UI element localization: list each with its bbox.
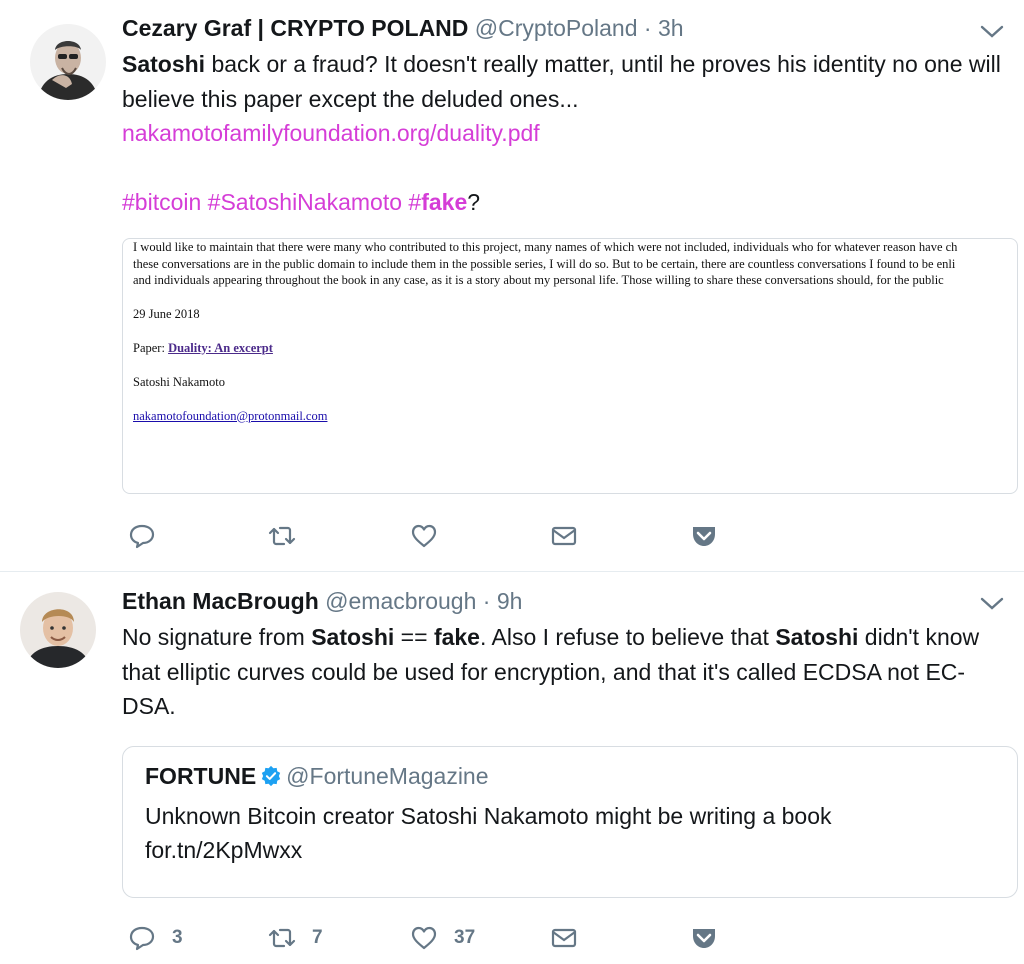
separator-dot: · (482, 588, 491, 614)
author-name[interactable]: Cezary Graf | CRYPTO POLAND (122, 15, 468, 41)
pocket-button[interactable] (690, 516, 718, 556)
hashtag-satoshinakamoto[interactable]: #SatoshiNakamoto (208, 189, 402, 215)
dm-button[interactable] (550, 918, 578, 958)
avatar[interactable] (30, 24, 106, 100)
quoted-author-handle: @FortuneMagazine (286, 763, 489, 789)
pdf-author: Satoshi Nakamoto (133, 374, 226, 389)
pdf-date: 29 June 2018 (133, 306, 200, 321)
chevron-down-icon[interactable] (978, 594, 1006, 614)
bold-word: fake (433, 624, 480, 650)
retweet-button[interactable]: 7 (268, 918, 323, 958)
dm-icon (551, 526, 577, 546)
reply-button[interactable]: 3 (128, 918, 183, 958)
text-segment: ? (467, 189, 481, 215)
tweet-text: No signature from Satoshi == fake. Also … (122, 620, 1002, 724)
pdf-line: these conversations are in the public do… (133, 256, 956, 271)
pdf-link[interactable]: nakamotofamilyfoundation.org/duality.pdf (122, 120, 540, 146)
reply-icon (129, 524, 155, 549)
hashtag-word: fake (421, 189, 468, 215)
paper-label: Paper: (133, 340, 169, 355)
quoted-tweet-text: Unknown Bitcoin creator Satoshi Nakamoto… (145, 799, 995, 867)
author-handle[interactable]: @emacbrough (325, 588, 476, 614)
pdf-line: and individuals appearing throughout the… (133, 273, 944, 287)
tweet[interactable]: Ethan MacBrough @emacbrough · 9h No sign… (0, 572, 1024, 964)
bold-word: Satoshi (122, 51, 206, 77)
pocket-button[interactable] (690, 918, 718, 958)
retweet-icon (268, 526, 296, 546)
retweet-button[interactable] (268, 516, 296, 556)
text-segment: No signature from (122, 624, 312, 650)
timestamp[interactable]: 9h (497, 588, 523, 614)
quoted-tweet[interactable]: FORTUNE @FortuneMagazine Unknown Bitcoin … (122, 746, 1018, 898)
chevron-down-icon[interactable] (978, 22, 1006, 42)
author-handle[interactable]: @CryptoPoland (475, 15, 638, 41)
bold-word: Satoshi (775, 624, 859, 650)
hashtag-bitcoin[interactable]: #bitcoin (122, 189, 201, 215)
avatar[interactable] (20, 592, 96, 668)
email-link[interactable]: nakamotofoundation@protonmail.com (133, 409, 327, 423)
dm-icon (551, 928, 577, 948)
author-name[interactable]: Ethan MacBrough (122, 588, 319, 614)
text-segment: back or a fraud? It doesn't really matte… (122, 51, 1001, 112)
like-icon (411, 926, 437, 950)
tweet[interactable]: Cezary Graf | CRYPTO POLAND @CryptoPolan… (0, 0, 1024, 572)
quoted-tweet-header: FORTUNE @FortuneMagazine (145, 761, 489, 791)
bold-word: Satoshi (311, 624, 395, 650)
text-segment: == (394, 624, 434, 650)
pdf-preview-card[interactable]: I would like to maintain that there were… (122, 238, 1018, 494)
tweet-header: Cezary Graf | CRYPTO POLAND @CryptoPolan… (122, 13, 684, 43)
dm-button[interactable] (550, 516, 578, 556)
pdf-line: I would like to maintain that there were… (133, 240, 958, 254)
hashtag-prefix: # (408, 189, 422, 215)
hashtag-fake[interactable]: #fake (408, 189, 467, 215)
verified-icon (262, 765, 281, 787)
like-button[interactable] (410, 516, 438, 556)
paper-link[interactable]: Duality: An excerpt (168, 341, 273, 355)
text-segment: . Also I refuse to believe that (479, 624, 776, 650)
tweet-actions (122, 516, 722, 556)
reply-button[interactable] (128, 516, 156, 556)
pdf-paper: Paper: Duality: An excerpt (133, 340, 1017, 357)
like-count: 37 (454, 927, 476, 948)
like-icon (411, 524, 437, 548)
pocket-icon (693, 527, 715, 546)
separator-dot: · (643, 15, 652, 41)
retweet-icon (268, 928, 296, 948)
retweet-count: 7 (312, 927, 323, 948)
pdf-content: I would like to maintain that there were… (133, 239, 1017, 425)
pocket-icon (693, 929, 715, 948)
reply-count: 3 (172, 927, 183, 948)
tweet-actions: 3 7 37 (122, 918, 722, 958)
quoted-author-name: FORTUNE (145, 763, 257, 789)
quoted-link[interactable]: for.tn/2KpMwxx (145, 837, 302, 863)
pdf-email: nakamotofoundation@protonmail.com (133, 408, 1017, 425)
like-button[interactable]: 37 (410, 918, 475, 958)
quoted-text: Unknown Bitcoin creator Satoshi Nakamoto… (145, 803, 832, 829)
tweet-header: Ethan MacBrough @emacbrough · 9h (122, 586, 522, 616)
tweet-text: Satoshi back or a fraud? It doesn't real… (122, 47, 1002, 220)
reply-icon (129, 926, 155, 951)
timestamp[interactable]: 3h (658, 15, 684, 41)
